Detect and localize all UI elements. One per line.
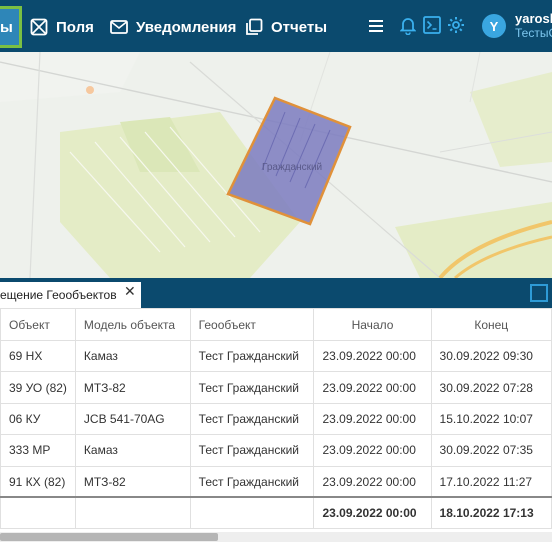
total-cell-start: 23.09.2022 00:00 [313, 496, 432, 530]
cell-model: JCB 541-70AG [74, 402, 191, 436]
cell-start: 23.09.2022 00:00 [313, 371, 432, 404]
excel-export-icon[interactable] [530, 284, 548, 302]
cell-model: МТЗ-82 [74, 465, 191, 498]
cell-start: 23.09.2022 00:00 [313, 339, 432, 373]
cell-end: 30.09.2022 07:35 [430, 434, 552, 467]
column-header-model[interactable]: Модель объекта [74, 308, 191, 341]
table-row[interactable]: 39 УО (82) МТЗ-82 Тест Гражданский 23.09… [0, 371, 552, 404]
cell-geoobject: Тест Гражданский [189, 434, 315, 467]
tab-geoobject-visits-label: ещение Геообъектов [0, 288, 117, 302]
cell-start: 23.09.2022 00:00 [313, 465, 432, 498]
nav-item-reports[interactable]: Отчеты [245, 16, 327, 38]
user-name[interactable]: yarosh [515, 11, 552, 26]
cell-object: 39 УО (82) [0, 371, 76, 404]
table-header-row: Объект Модель объекта Геообъект Начало К… [0, 308, 552, 341]
nav-item-active-label: ы [0, 19, 13, 36]
nav-item-active[interactable]: ы [0, 6, 22, 48]
table-row[interactable]: 06 КУ JCB 541-70AG Тест Гражданский 23.0… [0, 402, 552, 436]
cell-object: 06 КУ [0, 402, 76, 436]
cell-object: 333 МР [0, 434, 76, 467]
cell-end: 15.10.2022 10:07 [430, 402, 552, 436]
terminal-icon[interactable] [423, 16, 441, 34]
cell-object: 69 НХ [0, 339, 76, 373]
table-row[interactable]: 69 НХ Камаз Тест Гражданский 23.09.2022 … [0, 339, 552, 373]
fields-icon [30, 18, 48, 36]
cell-start: 23.09.2022 00:00 [313, 402, 432, 436]
top-navigation-bar: ы Поля Уведомления Отчеты Y yaros Тесты [0, 0, 552, 52]
column-header-start[interactable]: Начало [313, 308, 432, 341]
cell-geoobject: Тест Гражданский [189, 339, 315, 373]
nav-item-notifications[interactable]: Уведомления [110, 16, 236, 38]
total-cell-model [74, 496, 191, 530]
scrollbar-thumb[interactable] [0, 533, 218, 541]
field-label: Гражданский [262, 162, 322, 173]
avatar-initial: Y [489, 18, 499, 34]
horizontal-scrollbar[interactable] [0, 532, 552, 542]
user-organization: ТестыС [515, 26, 552, 40]
cell-geoobject: Тест Гражданский [189, 371, 315, 404]
gear-icon[interactable] [447, 16, 465, 34]
bell-icon[interactable] [400, 16, 416, 35]
visits-table: Объект Модель объекта Геообъект Начало К… [0, 308, 552, 530]
cell-model: Камаз [74, 434, 191, 467]
column-header-object[interactable]: Объект [0, 308, 76, 341]
cell-model: МТЗ-82 [74, 371, 191, 404]
nav-item-fields-label: Поля [56, 18, 94, 36]
total-cell-geoobject [189, 496, 315, 530]
nav-item-notifications-label: Уведомления [136, 18, 237, 36]
cell-start: 23.09.2022 00:00 [313, 434, 432, 467]
cell-end: 17.10.2022 11:27 [430, 465, 552, 498]
map-view[interactable]: Гражданский [0, 52, 552, 278]
cell-model: Камаз [74, 339, 191, 373]
close-icon[interactable]: ✕ [124, 283, 136, 300]
cell-end: 30.09.2022 07:28 [430, 371, 552, 404]
table-row[interactable]: 91 КХ (82) МТЗ-82 Тест Гражданский 23.09… [0, 465, 552, 498]
nav-item-fields[interactable]: Поля [30, 16, 94, 38]
menu-icon[interactable] [368, 18, 384, 34]
table-total-row: 23.09.2022 00:00 18.10.2022 17:13 [0, 496, 552, 530]
tab-geoobject-visits[interactable]: ещение Геообъектов [0, 282, 141, 308]
reports-icon [246, 18, 263, 35]
column-header-geoobject[interactable]: Геообъект [189, 308, 315, 341]
cell-geoobject: Тест Гражданский [189, 402, 315, 436]
nav-item-reports-label: Отчеты [271, 18, 328, 36]
cell-end: 30.09.2022 09:30 [430, 339, 552, 373]
table-row[interactable]: 333 МР Камаз Тест Гражданский 23.09.2022… [0, 434, 552, 467]
column-header-end[interactable]: Конец [430, 308, 552, 341]
total-cell-end: 18.10.2022 17:13 [430, 496, 552, 530]
envelope-icon [110, 20, 128, 34]
cell-object: 91 КХ (82) [0, 465, 76, 498]
total-cell-object [0, 496, 76, 530]
cell-geoobject: Тест Гражданский [189, 465, 315, 498]
avatar[interactable]: Y [482, 14, 506, 38]
panel-tab-bar: ещение Геообъектов ✕ [0, 278, 552, 308]
